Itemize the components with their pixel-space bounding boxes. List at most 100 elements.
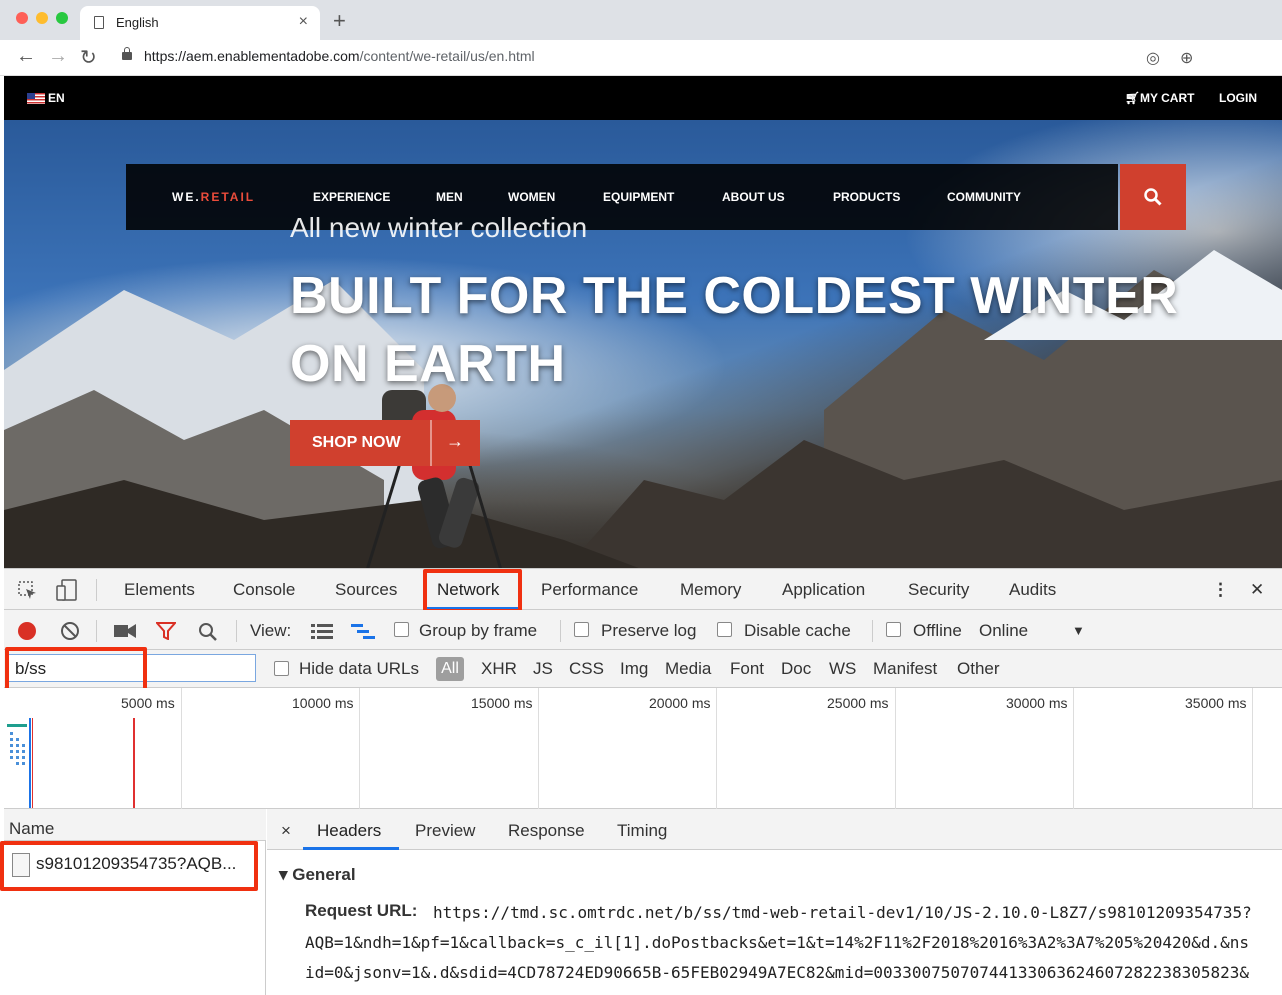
- nav-products[interactable]: PRODUCTS: [833, 190, 900, 204]
- nav-community[interactable]: COMMUNITY: [947, 190, 1021, 204]
- timeline-tick: 20000 ms: [649, 695, 711, 711]
- url-path: /content/we-retail/us/en.html: [359, 48, 535, 64]
- more-options-icon[interactable]: ⋮: [1212, 580, 1229, 600]
- video-camera-icon[interactable]: [114, 624, 136, 638]
- type-filter-doc[interactable]: Doc: [781, 659, 811, 679]
- nav-experience[interactable]: EXPERIENCE: [313, 190, 390, 204]
- network-toolbar: View: Group by frame Preserve log Disabl…: [4, 610, 1282, 650]
- offline-label: Offline: [913, 621, 962, 640]
- tab-elements[interactable]: Elements: [124, 580, 195, 600]
- tab-memory[interactable]: Memory: [680, 580, 741, 600]
- tab-security[interactable]: Security: [908, 580, 969, 600]
- chevron-down-icon[interactable]: ▼: [1072, 623, 1085, 638]
- zoom-icon[interactable]: ⊕: [1180, 48, 1193, 68]
- tab-application[interactable]: Application: [782, 580, 865, 600]
- clear-icon[interactable]: [60, 621, 80, 641]
- tab-response[interactable]: Response: [508, 821, 585, 841]
- maximize-window-button[interactable]: [56, 12, 68, 24]
- large-rows-icon[interactable]: [311, 623, 333, 639]
- browser-tab[interactable]: English ×: [80, 6, 320, 40]
- type-filter-other[interactable]: Other: [957, 659, 1000, 679]
- address-bar[interactable]: https://aem.enablementadobe.com/content/…: [144, 48, 535, 64]
- group-by-frame-label: Group by frame: [419, 621, 538, 640]
- close-window-button[interactable]: [16, 12, 28, 24]
- cart-icon: 🛒︎: [1125, 91, 1141, 105]
- nav-equipment[interactable]: EQUIPMENT: [603, 190, 674, 204]
- load-event-marker: [32, 718, 33, 808]
- forward-button[interactable]: →: [48, 45, 68, 68]
- network-tab-highlight: [423, 569, 522, 613]
- nav-women[interactable]: WOMEN: [508, 190, 555, 204]
- type-filter-all[interactable]: All: [436, 657, 464, 681]
- nav-men[interactable]: MEN: [436, 190, 463, 204]
- disable-cache-checkbox[interactable]: [717, 622, 732, 637]
- login-link[interactable]: LOGIN: [1219, 91, 1257, 105]
- general-section-toggle[interactable]: ▾ General: [279, 865, 356, 885]
- preserve-log-checkbox[interactable]: [574, 622, 589, 637]
- network-filter-bar: b/ss Hide data URLs All XHR JS CSS Img M…: [4, 650, 1282, 688]
- network-overview-timeline[interactable]: 5000 ms 10000 ms 15000 ms 20000 ms 25000…: [4, 688, 1282, 809]
- hide-data-urls-checkbox[interactable]: [274, 661, 289, 676]
- timeline-gridline: [181, 688, 182, 809]
- type-filter-ws[interactable]: WS: [829, 659, 856, 679]
- throttling-select[interactable]: Online: [979, 621, 1028, 641]
- nav-about-us[interactable]: ABOUT US: [722, 190, 785, 204]
- site-topbar: EN 🛒︎ MY CART LOGIN: [4, 76, 1282, 120]
- timeline-tick: 35000 ms: [1185, 695, 1247, 711]
- request-url-line: https://tmd.sc.omtrdc.net/b/ss/tmd-web-r…: [433, 903, 1252, 922]
- main-navigation: WE.RETAIL EXPERIENCE MEN WOMEN EQUIPMENT…: [126, 164, 1118, 230]
- timeline-gridline: [895, 688, 896, 809]
- back-button[interactable]: ←: [16, 45, 36, 68]
- type-filter-font[interactable]: Font: [730, 659, 764, 679]
- detail-tabbar: × Headers Preview Response Timing: [267, 809, 1282, 850]
- timeline-tick: 30000 ms: [1006, 695, 1068, 711]
- tab-console[interactable]: Console: [233, 580, 295, 600]
- brand-logo[interactable]: WE.RETAIL: [172, 190, 255, 204]
- offline-checkbox[interactable]: [886, 622, 901, 637]
- active-detail-tab-indicator: [303, 847, 399, 850]
- language-selector[interactable]: EN: [48, 91, 65, 105]
- group-by-frame-checkbox[interactable]: [394, 622, 409, 637]
- record-button[interactable]: [18, 622, 36, 640]
- type-filter-media[interactable]: Media: [665, 659, 711, 679]
- request-bar: [7, 724, 27, 727]
- request-url-line: id=0&jsonv=1&.d&sdid=4CD78724ED90665B-65…: [305, 963, 1250, 982]
- website-viewport: EN 🛒︎ MY CART LOGIN WE.RETAIL EXPERIENCE…: [4, 76, 1282, 568]
- tab-performance[interactable]: Performance: [541, 580, 638, 600]
- search-icon[interactable]: [198, 622, 218, 642]
- hide-data-urls-label: Hide data URLs: [299, 659, 420, 678]
- type-filter-manifest[interactable]: Manifest: [873, 659, 937, 679]
- type-filter-img[interactable]: Img: [620, 659, 648, 679]
- my-cart-link[interactable]: MY CART: [1140, 91, 1194, 105]
- shop-now-label: SHOP NOW: [312, 434, 401, 451]
- tab-close-button[interactable]: ×: [299, 13, 308, 31]
- filter-icon[interactable]: [156, 622, 176, 640]
- name-column-header[interactable]: Name: [4, 809, 266, 841]
- us-flag-icon: [27, 93, 45, 104]
- tab-preview[interactable]: Preview: [415, 821, 475, 841]
- inspect-element-icon[interactable]: [18, 581, 38, 601]
- device-toolbar-icon[interactable]: [56, 579, 78, 601]
- minimize-window-button[interactable]: [36, 12, 48, 24]
- close-detail-icon[interactable]: ×: [281, 821, 291, 841]
- shop-now-button[interactable]: SHOP NOW →: [290, 420, 480, 466]
- type-filter-xhr[interactable]: XHR: [481, 659, 517, 679]
- timeline-tick: 5000 ms: [121, 695, 175, 711]
- browser-toolbar: ← → ↻ https://aem.enablementadobe.com/co…: [0, 40, 1282, 106]
- new-tab-button[interactable]: +: [333, 8, 346, 34]
- close-devtools-icon[interactable]: ✕: [1250, 580, 1264, 600]
- location-icon[interactable]: ◎: [1146, 48, 1160, 68]
- site-search-button[interactable]: [1120, 164, 1186, 230]
- type-filter-css[interactable]: CSS: [569, 659, 604, 679]
- devtools-panel: Elements Console Sources Network Perform…: [0, 568, 1282, 995]
- tab-sources[interactable]: Sources: [335, 580, 397, 600]
- divider: [96, 620, 97, 642]
- tab-headers[interactable]: Headers: [317, 821, 381, 841]
- timeline-gridline: [538, 688, 539, 809]
- reload-button[interactable]: ↻: [80, 45, 97, 70]
- tab-audits[interactable]: Audits: [1009, 580, 1056, 600]
- type-filter-js[interactable]: JS: [533, 659, 553, 679]
- waterfall-icon[interactable]: [351, 623, 377, 639]
- tab-timing[interactable]: Timing: [617, 821, 667, 841]
- preserve-log-label: Preserve log: [601, 621, 697, 640]
